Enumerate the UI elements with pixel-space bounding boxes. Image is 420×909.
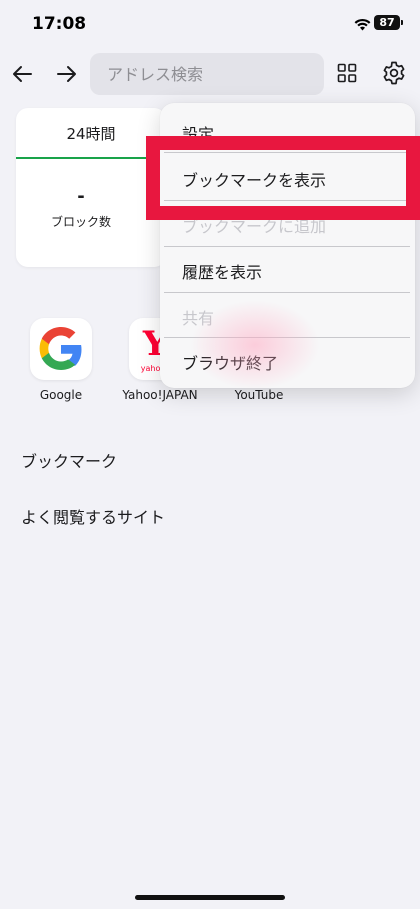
address-bar[interactable] (90, 53, 324, 95)
shortcut-label: Google (39, 388, 83, 402)
menu-item-show-history[interactable]: 履歴を表示 (160, 248, 415, 293)
back-arrow-icon[interactable] (10, 62, 34, 86)
wifi-icon (354, 16, 371, 35)
battery-icon: 87 (374, 15, 403, 30)
tab-underline (16, 157, 166, 159)
google-logo-icon (30, 318, 92, 380)
frequent-sites-section-title[interactable]: よく閲覧するサイト (21, 504, 165, 528)
block-count-label: ブロック数 (50, 215, 111, 229)
status-bar: 17:08 87 (0, 0, 420, 48)
shortcut-label: Yahoo!JAPAN (122, 388, 198, 402)
block-stats-card: 24時間 - ブロック数 (16, 108, 166, 267)
address-search-input[interactable] (107, 64, 324, 84)
block-count-value: - (77, 186, 85, 207)
highlight-frame (146, 136, 420, 220)
shortcut-label: YouTube (234, 388, 284, 402)
menu-divider (164, 337, 410, 338)
tab-24h[interactable]: 24時間 (16, 108, 166, 158)
home-indicator (135, 895, 285, 900)
menu-item-share: 共有 (182, 308, 215, 328)
menu-divider (164, 246, 410, 247)
tabs-grid-icon[interactable] (336, 62, 358, 84)
browser-toolbar (0, 52, 420, 96)
menu-divider (164, 292, 410, 293)
menu-item-quit-browser[interactable]: ブラウザ終了 (160, 339, 415, 384)
shortcut-google[interactable]: Google (6, 318, 116, 402)
bookmarks-section-title[interactable]: ブックマーク (21, 448, 117, 472)
forward-arrow-icon[interactable] (55, 62, 79, 86)
gear-icon[interactable] (381, 60, 407, 86)
status-time: 17:08 (32, 14, 87, 34)
